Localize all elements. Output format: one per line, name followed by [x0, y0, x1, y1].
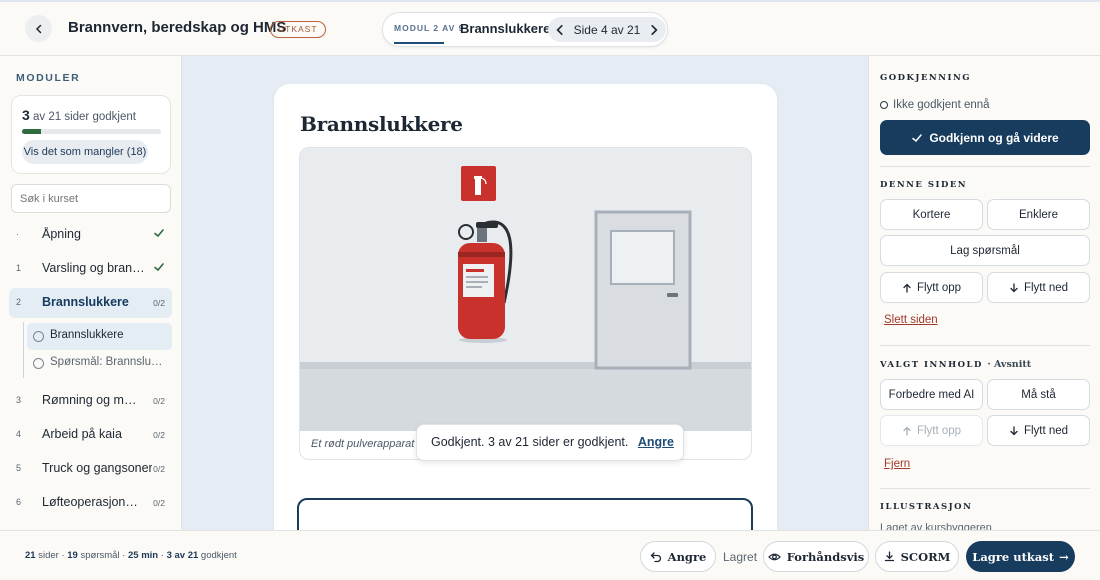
- progress-card: 3 av 21 sider godkjent Vis det som mangl…: [11, 95, 171, 174]
- arrow-up-icon: [903, 283, 911, 293]
- remove-content-link[interactable]: Fjern: [884, 458, 910, 470]
- chevron-left-icon: [35, 24, 41, 33]
- toast-undo-link[interactable]: Angre: [638, 435, 674, 449]
- sidebar-item-label: Truck og gangsoner: [42, 461, 152, 475]
- module-switcher: MODUL 2 AV 9 Brannslukkere Side 4 av 21: [382, 12, 668, 47]
- sidebar-item-module[interactable]: 6 Løfteoperasjoner og kran 0/2: [9, 488, 172, 518]
- page-pager: Side 4 av 21: [548, 17, 666, 42]
- arrow-up-icon: [903, 426, 911, 436]
- download-icon: [884, 551, 894, 562]
- fire-extinguisher-illustration: [300, 148, 751, 431]
- module-name: Brannslukkere: [460, 21, 551, 36]
- sidebar-item-label: Arbeid på kaia: [42, 427, 122, 441]
- draft-badge: UTKAST: [270, 21, 326, 38]
- divider: [880, 166, 1090, 167]
- preview-button[interactable]: Forhåndsvis: [763, 541, 869, 572]
- module-progress-underline: [394, 42, 444, 44]
- page-heading[interactable]: Brannslukkere: [300, 112, 463, 136]
- circle-icon: [33, 331, 44, 342]
- module-progress-count: 0/2: [153, 298, 165, 308]
- move-page-up-button[interactable]: Flytt opp: [880, 272, 983, 303]
- move-content-up-button: Flytt opp: [880, 415, 983, 446]
- illustration-heading: ILLUSTRASJON: [880, 502, 973, 512]
- approval-status: Ikke godkjent ennå: [880, 99, 990, 111]
- divider: [880, 488, 1090, 489]
- subpage-label: Spørsmål: Brannslukkere: [50, 356, 167, 368]
- sidebar-heading: MODULER: [16, 72, 81, 84]
- course-title: Brannvern, beredskap og HMS: [68, 19, 287, 36]
- module-label: MODUL 2 AV 9: [394, 23, 465, 33]
- divider: [880, 345, 1090, 346]
- page-indicator: Side 4 av 21: [573, 22, 641, 37]
- eye-icon: [767, 553, 781, 560]
- illustration-figure[interactable]: Et rødt pulverapparat på veggen: [299, 147, 752, 460]
- arrow-down-icon: [1010, 282, 1018, 292]
- subpage-label: Brannslukkere: [50, 329, 124, 341]
- delete-page-link[interactable]: Slett siden: [884, 314, 938, 326]
- progress-bar: [22, 129, 161, 134]
- subpage-item-active[interactable]: Brannslukkere: [27, 323, 172, 350]
- make-questions-button[interactable]: Lag spørsmål: [880, 235, 1090, 266]
- sidebar-item-label: Varsling og brannalarm: [42, 261, 146, 275]
- bottom-bar: 21 sider · 19 spørsmål · 25 min · 3 av 2…: [0, 530, 1100, 580]
- check-icon: [154, 229, 164, 238]
- approval-toast: Godkjent. 3 av 21 sider er godkjent. Ang…: [416, 424, 684, 461]
- sidebar-item-module[interactable]: 5 Truck og gangsoner 0/2: [9, 454, 172, 484]
- this-page-heading: DENNE SIDEN: [880, 180, 968, 190]
- approval-heading: GODKJENNING: [880, 73, 971, 83]
- sidebar-item-label: Rømning og møteplass: [42, 393, 142, 407]
- sidebar-item-module[interactable]: 4 Arbeid på kaia 0/2: [9, 420, 172, 450]
- approve-and-continue-button[interactable]: Godkjenn og gå videre: [880, 120, 1090, 155]
- module-progress-count: 0/2: [153, 396, 165, 406]
- sidebar-item-label: Løfteoperasjoner og kran: [42, 495, 142, 509]
- toast-message: Godkjent. 3 av 21 sider er godkjent.: [431, 435, 629, 449]
- arrow-right-icon: →: [1059, 549, 1069, 564]
- editor-panel: GODKJENNING Ikke godkjent ennå Godkjenn …: [868, 56, 1100, 530]
- check-icon: [154, 263, 164, 272]
- save-draft-button[interactable]: Lagre utkast →: [966, 541, 1075, 572]
- page-card: Brannslukkere Et rødt pulverapparat på v…: [274, 84, 777, 530]
- sidebar-item-module-active[interactable]: 2 Brannslukkere 0/2: [9, 288, 172, 318]
- show-missing-button[interactable]: Vis det som mangler (18): [22, 140, 148, 164]
- move-page-down-button[interactable]: Flytt ned: [987, 272, 1090, 303]
- sidebar-item-label: Åpning: [42, 227, 81, 241]
- course-search-input[interactable]: [11, 184, 171, 213]
- selected-content-heading: VALGT INNHOLD · Avsnitt: [880, 359, 1032, 370]
- status-dot-icon: [880, 101, 888, 109]
- sidebar-item-label: Brannslukkere: [42, 295, 129, 309]
- module-progress-count: 0/2: [153, 464, 165, 474]
- move-content-down-button[interactable]: Flytt ned: [987, 415, 1090, 446]
- illustration-note: Laget av kursbyggeren: [880, 522, 992, 530]
- undo-button[interactable]: Angre: [640, 541, 716, 572]
- top-bar: Brannvern, beredskap og HMS UTKAST MODUL…: [0, 0, 1100, 56]
- module-progress-count: 0/2: [153, 430, 165, 440]
- chevron-right-icon[interactable]: [648, 24, 660, 36]
- progress-text: 3 av 21 sider godkjent: [22, 107, 136, 123]
- chevron-left-icon[interactable]: [554, 24, 566, 36]
- circle-icon: [33, 358, 44, 369]
- undo-icon: [650, 551, 661, 562]
- course-stats: 21 sider · 19 spørsmål · 25 min · 3 av 2…: [25, 550, 237, 561]
- progress-fill: [22, 129, 42, 134]
- sidebar-item-module[interactable]: · Åpning: [9, 220, 172, 250]
- sidebar-item-module[interactable]: 1 Varsling og brannalarm: [9, 254, 172, 284]
- subpage-guide-line: [23, 322, 24, 378]
- shorten-button[interactable]: Kortere: [880, 199, 983, 230]
- keep-button[interactable]: Må stå: [987, 379, 1090, 410]
- save-status: Lagret: [723, 550, 758, 564]
- scorm-export-button[interactable]: SCORM: [875, 541, 959, 572]
- module-progress-count: 0/2: [153, 498, 165, 508]
- simplify-button[interactable]: Enklere: [987, 199, 1090, 230]
- modules-sidebar: MODULER 3 av 21 sider godkjent Vis det s…: [0, 56, 182, 530]
- improve-with-ai-button[interactable]: Forbedre med AI: [880, 379, 983, 410]
- subpage-item[interactable]: Spørsmål: Brannslukkere: [27, 350, 172, 377]
- check-icon: [912, 133, 923, 142]
- sidebar-item-module[interactable]: 3 Rømning og møteplass 0/2: [9, 386, 172, 416]
- selected-content-block[interactable]: [297, 498, 753, 530]
- back-button[interactable]: [25, 15, 52, 42]
- arrow-down-icon: [1010, 425, 1018, 435]
